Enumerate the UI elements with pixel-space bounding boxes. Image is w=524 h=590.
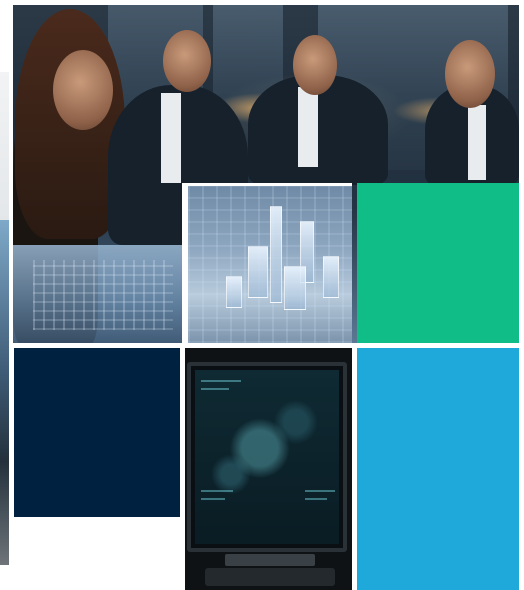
blue-color-tile xyxy=(357,348,519,590)
screen-ui-line xyxy=(305,498,327,500)
city-model-tile xyxy=(185,183,352,343)
table-map-grid xyxy=(33,260,173,330)
monitor-stand xyxy=(225,554,315,566)
monitor-photo-tile xyxy=(185,348,352,590)
left-edge-photo-crop xyxy=(0,72,9,220)
keyboard-base xyxy=(205,568,335,586)
screen-ui-line xyxy=(201,490,233,492)
face xyxy=(163,30,211,92)
shirt xyxy=(161,93,181,183)
shirt xyxy=(298,87,318,167)
green-color-tile xyxy=(357,183,519,343)
face xyxy=(445,40,495,108)
screen-ui-line xyxy=(201,380,241,382)
hologram-tower xyxy=(248,246,268,298)
shirt xyxy=(468,105,486,180)
screen-ui-line xyxy=(201,388,229,390)
screen-ui-line xyxy=(201,498,225,500)
face xyxy=(293,35,337,95)
navy-color-tile xyxy=(14,348,180,517)
hologram-tower xyxy=(323,256,339,298)
hologram-tower xyxy=(284,266,306,310)
face xyxy=(53,50,113,130)
screen-ui-line xyxy=(305,490,335,492)
data-visualization-screen xyxy=(195,370,339,544)
hologram-tower xyxy=(226,276,242,308)
computer-monitor xyxy=(187,362,347,552)
hologram-tower xyxy=(270,206,282,303)
left-edge-photo-crop-lower xyxy=(0,220,9,565)
